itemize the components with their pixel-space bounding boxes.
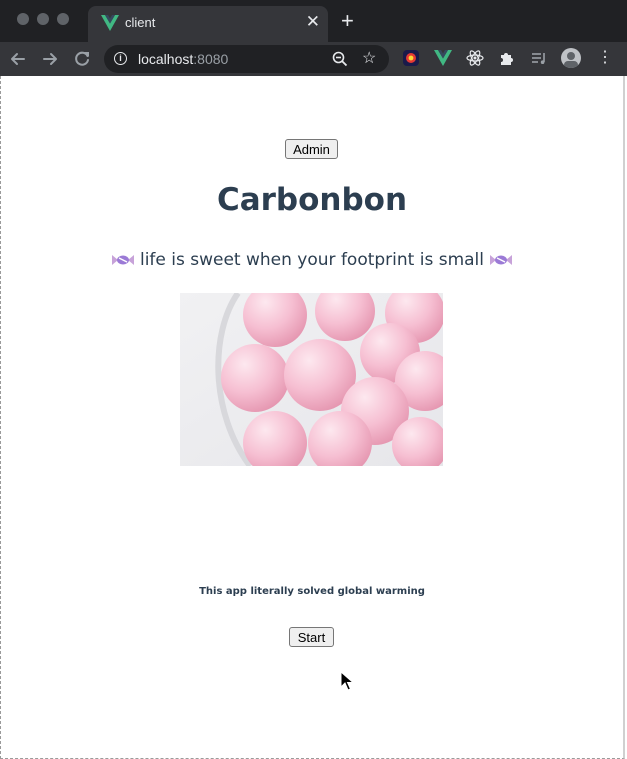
tagline-text: life is sweet when your footprint is sma…: [139, 250, 485, 270]
page-viewport: Admin Carbonbon life is sweet when your …: [0, 76, 625, 759]
url-text: localhost:8080: [138, 51, 228, 67]
window-maximize-button[interactable]: [57, 13, 69, 25]
tagline: life is sweet when your footprint is sma…: [1, 250, 623, 270]
browser-toolbar: i localhost:8080 ☆ ⋮: [0, 42, 627, 76]
candy-image: [180, 293, 443, 466]
forward-arrow-icon[interactable]: [39, 48, 61, 70]
candy-icon: [490, 255, 513, 265]
address-bar[interactable]: i localhost:8080 ☆: [104, 45, 389, 73]
browser-tabstrip: client ✕ +: [0, 0, 627, 42]
tab-close-icon[interactable]: ✕: [306, 12, 320, 32]
url-host: localhost: [138, 51, 194, 67]
start-button[interactable]: Start: [289, 627, 334, 647]
admin-button[interactable]: Admin: [285, 139, 338, 159]
reading-list-icon[interactable]: [530, 49, 548, 67]
back-arrow-icon[interactable]: [7, 48, 29, 70]
profile-avatar[interactable]: [561, 48, 581, 68]
window-minimize-button[interactable]: [37, 13, 49, 25]
more-menu-icon[interactable]: ⋮: [597, 48, 613, 68]
extension-icon[interactable]: [402, 49, 420, 67]
tab-title: client: [125, 15, 156, 30]
new-tab-button[interactable]: +: [341, 8, 354, 34]
reload-icon[interactable]: [71, 48, 93, 70]
puzzle-extensions-icon[interactable]: [498, 49, 516, 67]
mouse-cursor-icon: [340, 671, 354, 691]
zoom-icon[interactable]: [332, 51, 348, 67]
bookmark-star-icon[interactable]: ☆: [362, 49, 376, 69]
candy-icon: [111, 255, 134, 265]
browser-tab[interactable]: client ✕: [88, 6, 328, 42]
react-devtools-icon[interactable]: [466, 49, 484, 67]
vue-favicon-icon: [101, 15, 119, 31]
vue-devtools-icon[interactable]: [434, 49, 452, 67]
page-title: Carbonbon: [216, 182, 408, 218]
url-port: :8080: [193, 51, 229, 67]
site-info-icon[interactable]: i: [114, 52, 127, 65]
window-close-button[interactable]: [17, 13, 29, 25]
footnote-text: This app literally solved global warming: [199, 586, 425, 597]
